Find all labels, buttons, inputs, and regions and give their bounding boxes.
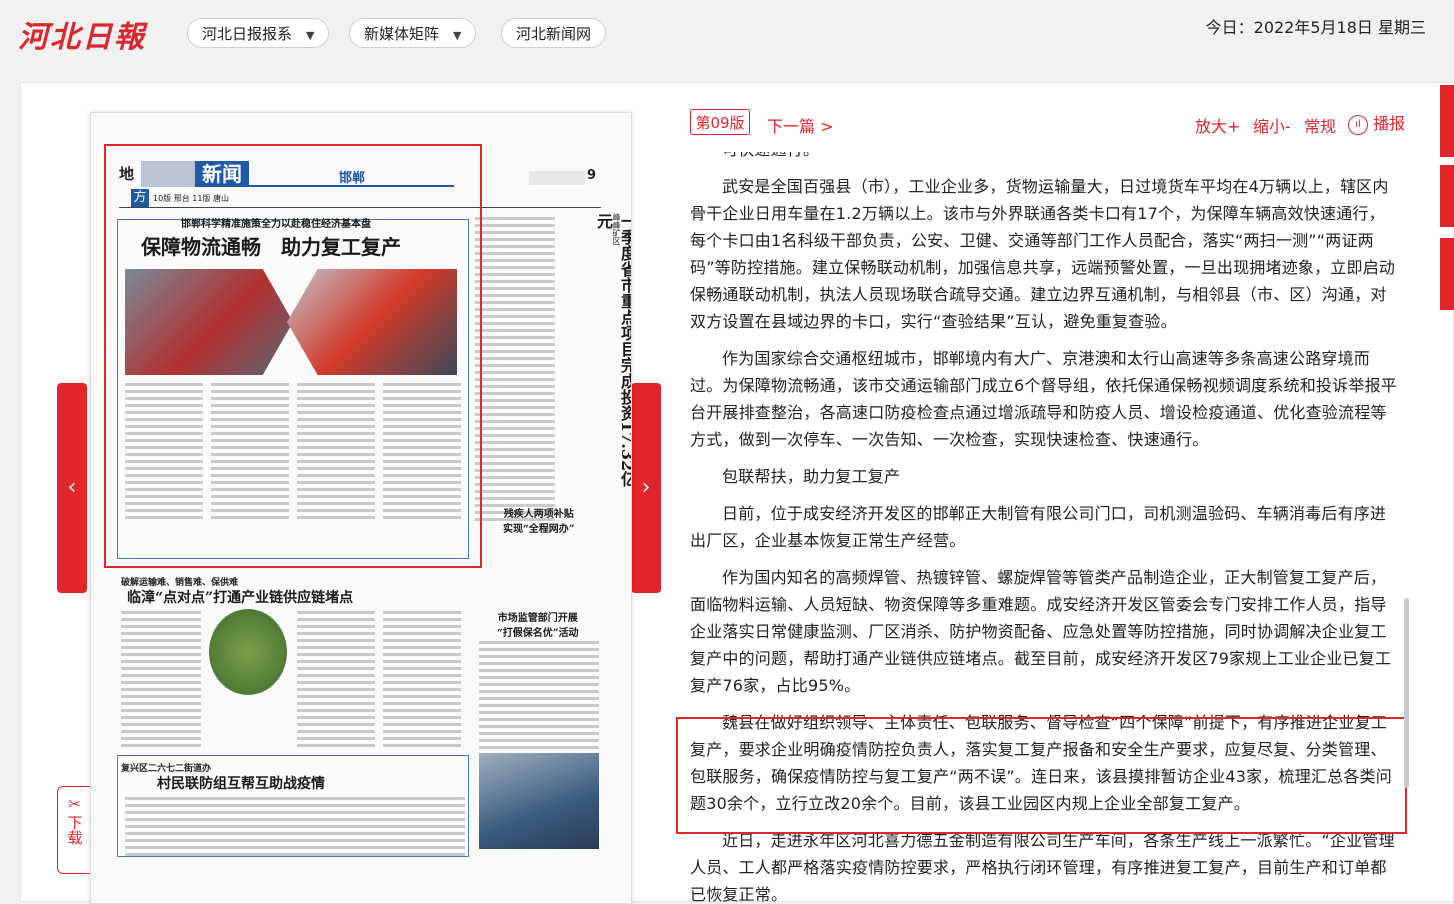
selected-article-region[interactable] <box>104 144 482 568</box>
page-number: 9 <box>587 168 597 183</box>
chevron-left-icon: ‹ <box>67 475 77 500</box>
zoom-in-button[interactable]: 放大+ <box>1195 113 1240 137</box>
current-date: 今日：2022年5月18日 星期三 <box>1205 18 1426 37</box>
right-text-col <box>475 217 555 525</box>
highlighted-paragraph <box>676 717 1407 834</box>
nav-baoxi-label: 河北日报报系 <box>202 25 293 43</box>
next-article-link[interactable]: 下一篇 > <box>767 113 834 137</box>
nav-baoxi-dropdown[interactable]: 河北日报报系 ▼ <box>187 18 330 48</box>
story4-photo <box>479 753 599 849</box>
top-bar: 河北日報 河北日报报系 ▼ 新媒体矩阵 ▼ 河北新闻网 今日：2022年5月18日 … <box>0 0 1454 80</box>
article-paragraph: 日前，位于成安经济开发区的邯郸正大制管有限公司门口，司机测温验码、车辆消毒后有序… <box>690 504 1387 550</box>
next-page-button[interactable]: › <box>631 383 661 593</box>
story2-col1 <box>121 611 201 751</box>
article-paragraph: 可快速通行。 <box>690 152 1400 163</box>
article-subheading: 包联帮扶，助力复工复产 <box>722 467 901 486</box>
story2-col2 <box>297 611 375 751</box>
chevron-down-icon: ▼ <box>453 29 462 42</box>
story2-title: 临漳“点对点”打通产业链供应链堵点 <box>127 590 354 606</box>
audio-icon: ıl <box>1348 114 1368 135</box>
side-headline: 一季度省市重点项目完成投资17.32亿元 <box>594 213 632 488</box>
story4-title: 市场监管部门开展 “打假保名优”活动 <box>497 613 579 639</box>
masthead-logo-small <box>529 171 585 185</box>
side-tab-3[interactable] <box>1440 238 1454 310</box>
broadcast-button[interactable]: ıl 播报 <box>1348 110 1405 135</box>
nav-media-label: 新媒体矩阵 <box>364 25 440 43</box>
zoom-out-button[interactable]: 缩小- <box>1253 113 1291 137</box>
normal-size-button[interactable]: 常规 <box>1304 113 1336 137</box>
article-paragraph: 近日，走进永年区河北喜力德五金制造有限公司生产车间，各条生产线上一派繁忙。“企业… <box>690 831 1395 902</box>
article-paragraph: 作为国家综合交通枢纽城市，邯郸境内有大广、京港澳和太行山高速等多条高速公路穿境而… <box>690 349 1397 449</box>
site-logo[interactable]: 河北日報 <box>18 12 146 56</box>
nav-news-link[interactable]: 河北新闻网 <box>501 18 607 48</box>
side-tab-1[interactable] <box>1440 85 1454 157</box>
article-paragraph: 作为国内知名的高频焊管、热镀锌管、螺旋焊管等管类产品制造企业，正大制管复工复产后… <box>690 568 1392 695</box>
article-scrollbar[interactable] <box>1404 598 1409 788</box>
story2-col3 <box>383 611 461 751</box>
download-label: 下载 <box>65 815 84 845</box>
side-kicker: 峰峰矿区 <box>612 213 621 245</box>
edition-badge[interactable]: 第09版 <box>690 109 750 135</box>
story3-title: 残疾人两项补贴 实现“全程网办” <box>503 509 575 535</box>
scissors-icon: ✂ <box>68 795 81 813</box>
article-paragraph: 武安是全国百强县（市），工业企业多，货物运输量大，日过境货车平均在4万辆以上，辖… <box>690 177 1396 331</box>
chevron-right-icon: › <box>641 475 651 500</box>
chevron-down-icon: ▼ <box>306 29 315 42</box>
story4-col <box>479 641 599 753</box>
story2-photo <box>209 609 287 695</box>
nav-media-dropdown[interactable]: 新媒体矩阵 ▼ <box>349 18 477 48</box>
story5-text <box>125 797 465 860</box>
article-toolbar: 第09版 下一篇 > 放大+ 缩小- 常规 ıl 播报 <box>690 109 1410 137</box>
prev-page-button[interactable]: ‹ <box>57 383 87 593</box>
nav-news-label: 河北新闻网 <box>516 25 592 43</box>
download-button[interactable]: ✂ 下载 <box>57 786 91 874</box>
broadcast-label: 播报 <box>1373 114 1406 133</box>
side-tab-2[interactable] <box>1440 165 1454 227</box>
